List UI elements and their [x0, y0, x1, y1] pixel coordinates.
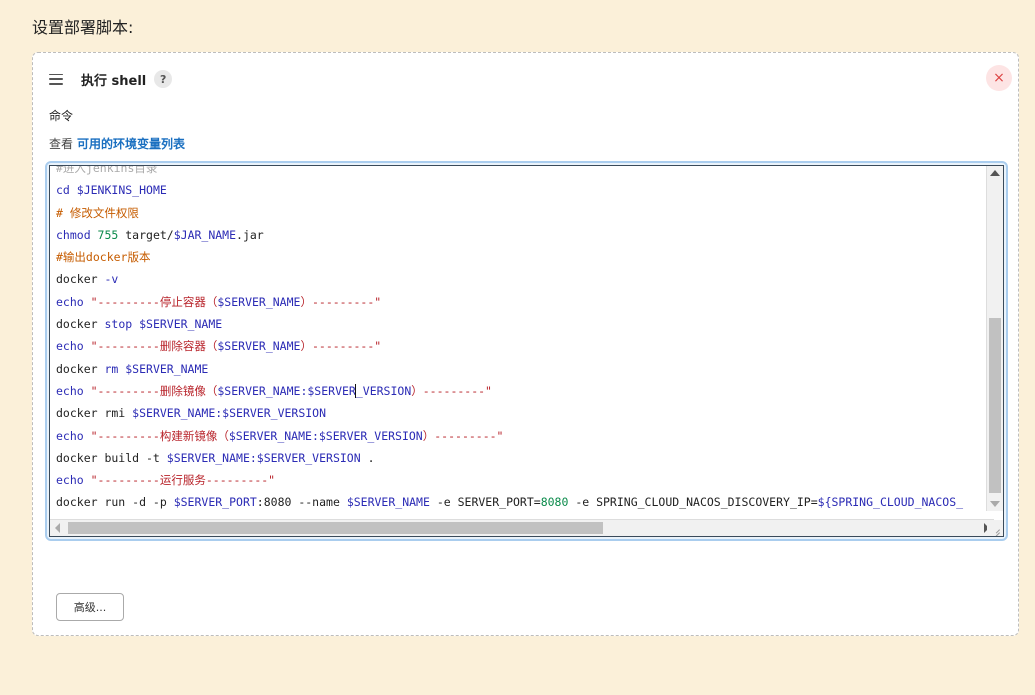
env-vars-link[interactable]: 可用的环境变量列表	[77, 137, 185, 151]
code-token: ）---------"	[411, 383, 492, 398]
code-line: docker run -d -p $SERVER_PORT:8080 --nam…	[56, 491, 986, 513]
code-token: -v	[104, 272, 119, 287]
code-token: docker	[56, 361, 105, 376]
code-line: docker rm $SERVER_NAME	[56, 358, 986, 380]
code-token: docker build -t	[56, 450, 167, 465]
vertical-scroll-thumb[interactable]	[989, 318, 1001, 493]
panel-header: 执行 shell ?	[49, 69, 173, 89]
code-line: echo "---------停止容器（$SERVER_NAME）-------…	[56, 291, 986, 313]
help-icon[interactable]: ?	[154, 70, 173, 88]
code-token: 8080	[540, 495, 569, 510]
code-token: #进入jenkins目录	[56, 165, 158, 175]
env-vars-line: 查看 可用的环境变量列表	[49, 135, 185, 152]
scroll-left-icon[interactable]	[55, 523, 60, 533]
code-token: $SERVER_NAME:$SERVER_VERSION	[228, 428, 423, 443]
code-token: $JENKINS_HOME	[76, 183, 167, 198]
code-token: ）---------"	[300, 339, 382, 354]
panel-title: 执行 shell	[81, 73, 147, 89]
page-heading: 设置部署脚本:	[32, 18, 134, 37]
code-line: echo "---------构建新镜像（$SERVER_NAME:$SERVE…	[56, 425, 986, 447]
code-token: $SERVER_NAME:$SERVER_VERSION	[166, 450, 361, 465]
code-token: docker run -d -p	[56, 495, 174, 510]
code-token: docker rmi	[56, 406, 133, 421]
code-token: stop	[104, 317, 140, 332]
code-token: $SERVER_NAME	[125, 361, 209, 376]
code-line: echo "---------删除镜像（$SERVER_NAME:$SERVER…	[56, 380, 986, 402]
code-line: cd $JENKINS_HOME	[56, 179, 986, 201]
scroll-down-icon[interactable]	[990, 501, 1000, 507]
code-token: "---------停止容器（	[90, 294, 218, 309]
code-line: # 修改文件权限	[56, 202, 986, 224]
code-token: cd	[56, 183, 77, 198]
code-token: "---------运行服务---------"	[90, 473, 276, 488]
code-token: -e SPRING_CLOUD_NACOS_DISCOVERY_IP=	[568, 495, 818, 510]
code-token: $SERVER_NAME	[217, 339, 301, 354]
code-line: docker stop $SERVER_NAME	[56, 313, 986, 335]
code-token: 755	[97, 227, 119, 242]
code-line: #输出docker版本	[56, 246, 986, 268]
command-textarea[interactable]: #进入jenkins目录 cd $JENKINS_HOME # 修改文件权限 chmo…	[49, 165, 1004, 537]
code-content[interactable]: #进入jenkins目录 cd $JENKINS_HOME # 修改文件权限 chmo…	[56, 165, 986, 514]
code-token: "---------删除镜像（	[90, 383, 218, 398]
code-line: echo "---------运行服务---------"	[56, 469, 986, 491]
code-token: echo	[56, 339, 91, 354]
code-token: ）---------"	[422, 428, 504, 443]
code-token: echo	[56, 473, 91, 488]
code-line: #进入jenkins目录	[56, 165, 986, 179]
code-line: docker -v	[56, 268, 986, 290]
code-token: docker	[56, 272, 105, 287]
code-token: "---------构建新镜像（	[90, 428, 229, 443]
code-token: $SERVER_PORT	[173, 495, 257, 510]
code-token: echo	[56, 428, 91, 443]
code-token: echo	[56, 294, 91, 309]
code-line: chmod 755 target/$JAR_NAME.jar	[56, 224, 986, 246]
code-token: $JAR_NAME	[173, 227, 237, 242]
command-label: 命令	[49, 109, 74, 123]
code-token: ）---------"	[300, 294, 382, 309]
code-token: chmod	[56, 227, 98, 242]
drag-handle-icon[interactable]	[49, 73, 63, 85]
code-token: target/	[118, 227, 174, 242]
advanced-button[interactable]: 高级...	[56, 593, 124, 621]
code-token: $SERVER_NAME:$SERVER_VERSION	[132, 406, 327, 421]
resize-grip-icon[interactable]	[987, 520, 1003, 536]
code-token: $SERVER_NAME	[139, 317, 223, 332]
code-token: docker	[56, 317, 105, 332]
close-icon[interactable]: ×	[986, 65, 1012, 91]
code-line: echo "---------删除容器（$SERVER_NAME）-------…	[56, 335, 986, 357]
code-token: $SERVER_NAME	[217, 294, 301, 309]
scroll-up-icon[interactable]	[990, 170, 1000, 176]
horizontal-scrollbar[interactable]	[50, 519, 994, 536]
code-token: $SERVER_NAME:$SERVER	[217, 383, 356, 398]
code-token: ${SPRING_CLOUD_NACOS_	[817, 495, 964, 510]
code-token: rm	[104, 361, 126, 376]
code-line: docker build -t $SERVER_NAME:$SERVER_VER…	[56, 447, 986, 469]
code-token: #输出docker版本	[56, 250, 151, 265]
code-line: docker rmi $SERVER_NAME:$SERVER_VERSION	[56, 402, 986, 424]
command-editor-frame: #进入jenkins目录 cd $JENKINS_HOME # 修改文件权限 chmo…	[45, 161, 1008, 541]
code-token: .jar	[236, 227, 264, 242]
code-token: # 修改文件权限	[56, 205, 139, 220]
code-token: echo	[56, 383, 91, 398]
code-token: "---------删除容器（	[90, 339, 218, 354]
horizontal-scroll-thumb[interactable]	[68, 522, 603, 534]
code-token: $SERVER_NAME	[346, 495, 430, 510]
code-token: -e SERVER_PORT=	[429, 495, 541, 510]
code-token: :8080 --name	[256, 495, 347, 510]
build-step-panel: 执行 shell ? × 命令 查看 可用的环境变量列表 #进入jenkins目录…	[32, 52, 1019, 636]
env-prefix: 查看	[49, 137, 74, 151]
vertical-scrollbar[interactable]	[986, 166, 1003, 511]
code-token: _VERSION	[355, 383, 412, 398]
code-token: .	[360, 450, 375, 465]
